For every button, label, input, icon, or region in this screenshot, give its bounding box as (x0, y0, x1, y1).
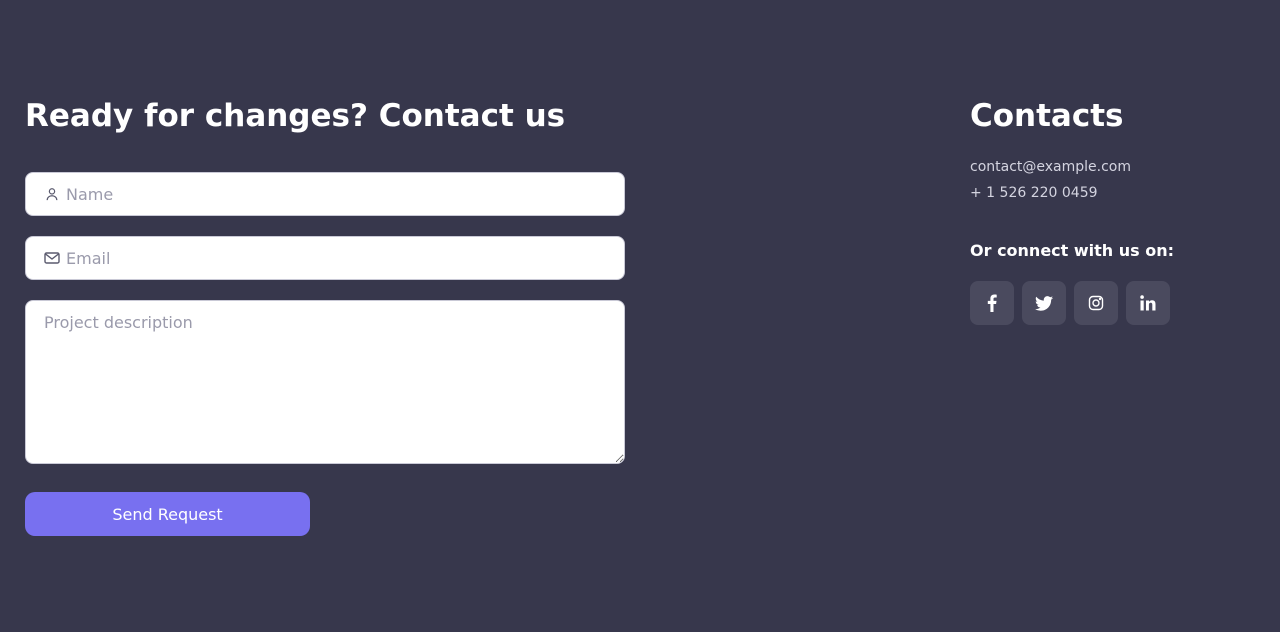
form-title: Ready for changes? Contact us (25, 98, 566, 134)
mail-icon (44, 250, 60, 266)
twitter-icon (1035, 295, 1053, 311)
send-request-button[interactable]: Send Request (25, 492, 310, 536)
instagram-button[interactable] (1074, 281, 1118, 325)
linkedin-icon (1140, 295, 1156, 311)
contact-phone: + 1 526 220 0459 (970, 185, 1098, 201)
email-field[interactable] (25, 236, 625, 280)
email-input[interactable] (26, 237, 624, 279)
facebook-icon (987, 294, 997, 312)
contact-page: Ready for changes? Contact us Sen (0, 0, 1280, 632)
user-icon (44, 186, 60, 202)
contact-form: Ready for changes? Contact us Sen (25, 96, 625, 536)
twitter-button[interactable] (1022, 281, 1066, 325)
linkedin-button[interactable] (1126, 281, 1170, 325)
contact-email: contact@example.com (970, 159, 1131, 175)
contacts-panel: Contacts contact@example.com + 1 526 220… (970, 96, 1260, 325)
facebook-button[interactable] (970, 281, 1014, 325)
name-field[interactable] (25, 172, 625, 216)
social-links (970, 281, 1260, 325)
contacts-title: Contacts (970, 98, 1124, 134)
connect-label: Or connect with us on: (970, 241, 1175, 260)
name-input[interactable] (26, 173, 624, 215)
description-textarea[interactable] (26, 301, 624, 463)
description-field[interactable] (25, 300, 625, 464)
instagram-icon (1088, 295, 1104, 311)
